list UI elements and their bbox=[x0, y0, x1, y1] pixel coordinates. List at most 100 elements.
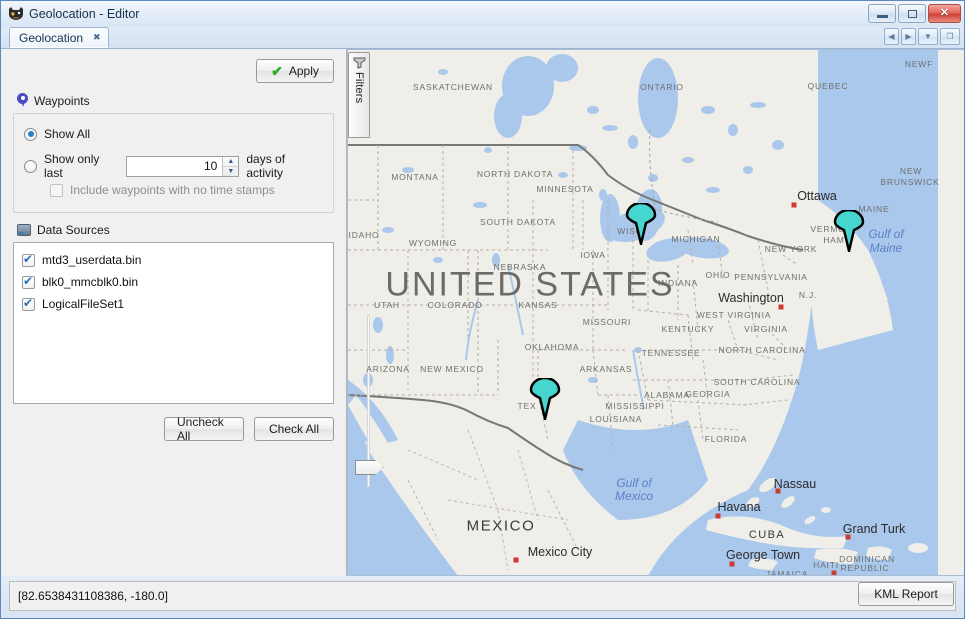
days-spinner[interactable]: 10 ▲ ▼ bbox=[126, 155, 240, 177]
check-all-label: Check All bbox=[268, 422, 320, 436]
map-pin-icon bbox=[17, 93, 28, 108]
show-last-label: Show only last bbox=[44, 152, 100, 180]
close-button[interactable]: ✕ bbox=[928, 4, 961, 23]
show-all-row[interactable]: Show All bbox=[24, 122, 323, 146]
check-all-button[interactable]: Check All bbox=[254, 417, 334, 441]
map-label: WEST VIRGINIA bbox=[696, 310, 772, 320]
data-source-label: blk0_mmcblk0.bin bbox=[42, 275, 139, 289]
map-label: NORTH DAKOTA bbox=[476, 169, 554, 179]
tab-dropdown-button[interactable]: ▼ bbox=[918, 28, 938, 45]
minimize-button[interactable] bbox=[868, 4, 896, 23]
map-label: N.J. bbox=[798, 290, 818, 300]
tab-geolocation[interactable]: Geolocation ✖ bbox=[9, 27, 109, 48]
window-title: Geolocation - Editor bbox=[29, 7, 140, 21]
data-source-checkbox[interactable] bbox=[22, 296, 35, 311]
map-label: QUEBEC bbox=[807, 81, 849, 91]
data-source-checkbox[interactable] bbox=[22, 252, 35, 267]
map-label: Mexico bbox=[614, 489, 654, 503]
map-label: CUBA bbox=[748, 529, 786, 541]
days-suffix-label: days of activity bbox=[246, 152, 286, 180]
map-label: MONTANA bbox=[391, 172, 439, 182]
minimize-icon bbox=[876, 15, 888, 18]
apply-button[interactable]: ✔ Apply bbox=[256, 59, 334, 83]
city-marker-dot bbox=[791, 202, 797, 208]
map-label: KENTUCKY bbox=[661, 324, 715, 334]
data-sources-section-header: Data Sources bbox=[17, 223, 334, 237]
waypoint-texas[interactable] bbox=[529, 378, 561, 420]
map-label: Gulf of bbox=[868, 227, 904, 241]
list-item[interactable]: mtd3_userdata.bin bbox=[22, 249, 325, 271]
data-source-icon bbox=[17, 224, 31, 236]
show-all-label: Show All bbox=[44, 127, 91, 141]
show-last-radio[interactable] bbox=[24, 159, 37, 173]
filters-tab[interactable]: Filters bbox=[348, 52, 370, 138]
kml-report-button[interactable]: KML Report bbox=[858, 582, 954, 606]
data-sources-list[interactable]: mtd3_userdata.bin blk0_mmcblk0.bin Logic… bbox=[13, 242, 334, 404]
maximize-button[interactable] bbox=[898, 4, 926, 23]
left-settings-panel: ✔ Apply Waypoints Show All Show only las… bbox=[1, 49, 347, 576]
map-label: NEW bbox=[899, 166, 923, 176]
tab-next-button[interactable]: ▶ bbox=[901, 28, 916, 45]
window-controls: ✕ bbox=[868, 4, 961, 23]
map-label: MEXICO bbox=[466, 517, 536, 535]
status-bar: [82.6538431108386, -180.0] KML Report bbox=[1, 576, 964, 618]
map-label: LOUISIANA bbox=[589, 414, 643, 424]
waypoint-wisconsin[interactable] bbox=[625, 203, 657, 245]
city-marker-dot bbox=[513, 557, 519, 563]
include-no-timestamps-checkbox[interactable] bbox=[50, 183, 63, 197]
map-label: NEW MEXICO bbox=[420, 364, 484, 374]
waypoints-section-label: Waypoints bbox=[34, 93, 90, 108]
days-spinner-buttons[interactable]: ▲ ▼ bbox=[222, 156, 239, 176]
data-sources-section-label: Data Sources bbox=[37, 223, 110, 237]
map-label: MISSISSIPPI bbox=[605, 401, 665, 411]
waypoints-group: Show All Show only last 10 ▲ ▼ days of a… bbox=[13, 113, 334, 213]
map-label: Gulf of bbox=[616, 476, 652, 490]
zoom-slider[interactable] bbox=[355, 315, 383, 487]
chevron-down-icon: ▼ bbox=[924, 32, 932, 41]
show-all-radio[interactable] bbox=[24, 127, 37, 141]
tab-restore-button[interactable]: ❐ bbox=[940, 28, 960, 45]
spinner-down-icon[interactable]: ▼ bbox=[223, 167, 238, 176]
map-canvas[interactable]: SASKATCHEWAN ONTARIO QUEBEC NEWF MONTANA NORT… bbox=[348, 50, 964, 575]
map-label: IOWA bbox=[580, 250, 606, 260]
map-label: George Town bbox=[725, 548, 801, 562]
map-label: NORTH CAROLINA bbox=[718, 345, 806, 355]
map-label: WYOMING bbox=[408, 238, 458, 248]
maximize-icon bbox=[907, 9, 917, 18]
spinner-up-icon[interactable]: ▲ bbox=[223, 157, 239, 167]
days-value[interactable]: 10 bbox=[127, 157, 222, 176]
map-label: GEORGIA bbox=[685, 389, 731, 399]
include-no-timestamps-label: Include waypoints with no time stamps bbox=[70, 183, 275, 197]
include-no-timestamps-row[interactable]: Include waypoints with no time stamps bbox=[50, 178, 323, 202]
map-label: SOUTH CAROLINA bbox=[713, 377, 801, 387]
coordinates-text: [82.6538431108386, -180.0] bbox=[18, 589, 168, 603]
map-label: IDAHO bbox=[348, 230, 380, 240]
city-marker-dot bbox=[715, 513, 721, 519]
map-label: REPUBLIC bbox=[840, 563, 890, 573]
uncheck-all-button[interactable]: Uncheck All bbox=[164, 415, 244, 443]
map-label: OHIO bbox=[705, 270, 731, 280]
map-label: NEWF bbox=[904, 59, 934, 69]
apply-label: Apply bbox=[288, 64, 319, 78]
map-label: JAMAICA bbox=[765, 569, 809, 575]
tab-label: Geolocation bbox=[19, 30, 84, 45]
tab-strip: Geolocation ✖ ◀ ▶ ▼ ❐ bbox=[1, 27, 964, 49]
waypoint-new-hampshire[interactable] bbox=[833, 210, 865, 252]
filters-tab-label: Filters bbox=[353, 72, 365, 104]
data-source-checkbox[interactable] bbox=[22, 274, 35, 289]
data-source-label: mtd3_userdata.bin bbox=[42, 253, 142, 267]
city-marker-dot bbox=[775, 488, 781, 494]
list-item[interactable]: blk0_mmcblk0.bin bbox=[22, 271, 325, 293]
map-label: OKLAHOMA bbox=[524, 342, 580, 352]
data-source-label: LogicalFileSet1 bbox=[42, 297, 125, 311]
tab-prev-button[interactable]: ◀ bbox=[884, 28, 899, 45]
map-label: SASKATCHEWAN bbox=[413, 82, 493, 92]
map-label: HAITI bbox=[813, 560, 839, 570]
city-marker-dot bbox=[729, 561, 735, 567]
show-last-row[interactable]: Show only last 10 ▲ ▼ days of activity bbox=[24, 152, 323, 180]
map-panel[interactable]: SASKATCHEWAN ONTARIO QUEBEC NEWF MONTANA NORT… bbox=[347, 49, 964, 576]
map-label: SOUTH DAKOTA bbox=[479, 217, 557, 227]
tab-close-icon[interactable]: ✖ bbox=[93, 32, 100, 43]
list-item[interactable]: LogicalFileSet1 bbox=[22, 293, 325, 315]
city-marker-dot bbox=[845, 534, 851, 540]
